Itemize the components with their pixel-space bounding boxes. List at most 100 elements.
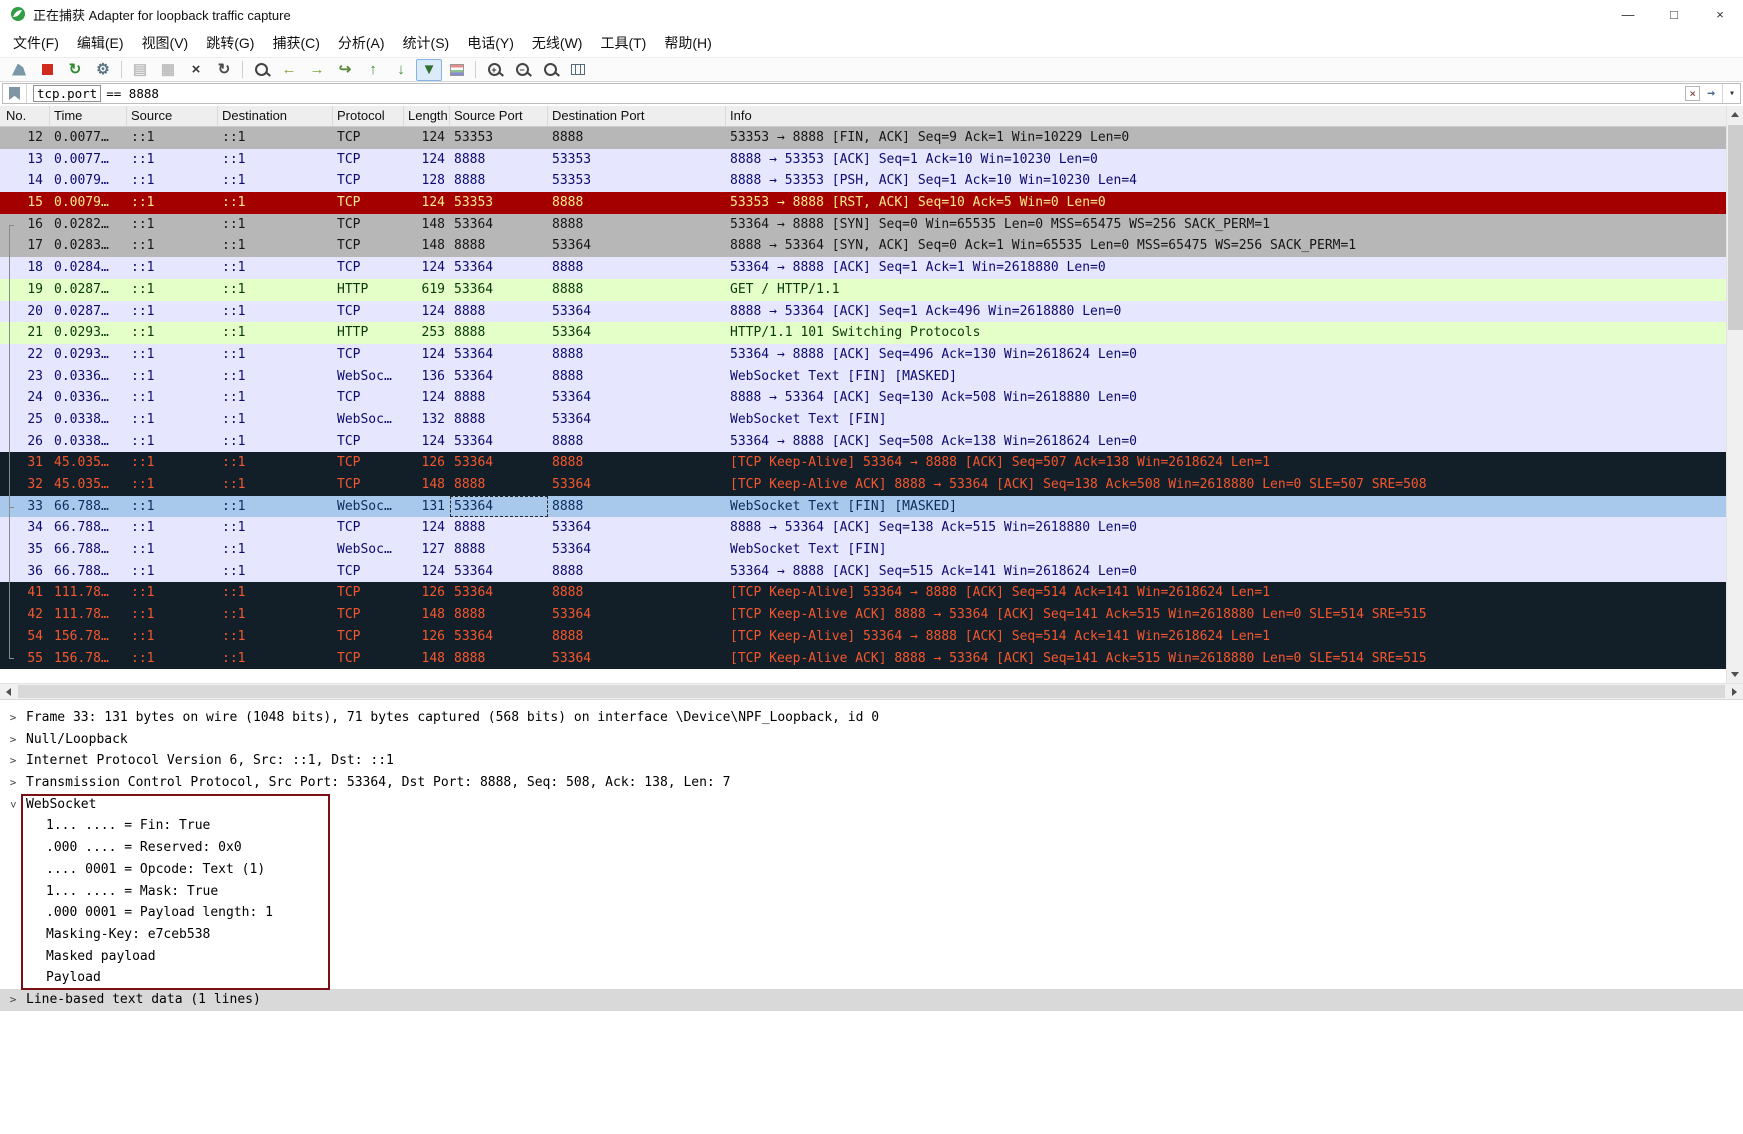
minimize-button[interactable]: — — [1605, 0, 1651, 28]
detail-line-7[interactable]: .... 0001 = Opcode: Text (1) — [0, 859, 1743, 881]
menu-item-7[interactable]: 电话(Y) — [458, 29, 523, 57]
packet-row-25[interactable]: 250.0338…::1::1WebSoc…132888853364WebSoc… — [0, 409, 1743, 431]
menu-item-6[interactable]: 统计(S) — [394, 29, 459, 57]
expand-icon[interactable]: > — [7, 772, 19, 794]
zoom-in-button[interactable]: + — [481, 59, 507, 81]
horizontal-scrollbar-thumb[interactable] — [18, 685, 1725, 698]
scroll-up-button[interactable] — [1727, 106, 1743, 123]
menu-item-8[interactable]: 无线(W) — [523, 29, 592, 57]
packet-row-24[interactable]: 240.0336…::1::1TCP1248888533648888 → 533… — [0, 387, 1743, 409]
expand-icon[interactable]: > — [7, 989, 19, 1011]
packet-row-36[interactable]: 3666.788…::1::1TCP12453364888853364 → 88… — [0, 561, 1743, 583]
scroll-left-icon[interactable] — [6, 688, 11, 696]
column-header-source-port[interactable]: Source Port — [450, 106, 548, 126]
column-header-length[interactable]: Length — [404, 106, 450, 126]
detail-line-5[interactable]: 1... .... = Fin: True — [0, 815, 1743, 837]
scroll-right-icon[interactable] — [1732, 688, 1737, 696]
go-to-packet-button[interactable]: ↪ — [332, 59, 358, 81]
expand-icon[interactable]: > — [7, 750, 19, 772]
menu-item-4[interactable]: 捕获(C) — [263, 29, 328, 57]
detail-line-9[interactable]: .000 0001 = Payload length: 1 — [0, 902, 1743, 924]
display-filter-input[interactable]: tcp.port == 8888 — [33, 85, 1685, 102]
restart-capture-button[interactable]: ↻ — [62, 59, 88, 81]
menu-item-10[interactable]: 帮助(H) — [655, 29, 720, 57]
reload-file-button[interactable]: ↻ — [211, 59, 237, 81]
menu-item-1[interactable]: 编辑(E) — [68, 29, 133, 57]
packet-row-55[interactable]: 55156.78…::1::1TCP148888853364[TCP Keep-… — [0, 648, 1743, 670]
packet-row-14[interactable]: 140.0079…::1::1TCP1288888533538888 → 533… — [0, 170, 1743, 192]
packet-row-54[interactable]: 54156.78…::1::1TCP126533648888[TCP Keep-… — [0, 626, 1743, 648]
menu-item-9[interactable]: 工具(T) — [591, 29, 655, 57]
packet-row-21[interactable]: 210.0293…::1::1HTTP253888853364HTTP/1.1 … — [0, 322, 1743, 344]
packet-row-22[interactable]: 220.0293…::1::1TCP12453364888853364 → 88… — [0, 344, 1743, 366]
close-button[interactable]: × — [1697, 0, 1743, 28]
menu-item-3[interactable]: 跳转(G) — [197, 29, 263, 57]
column-header-protocol[interactable]: Protocol — [333, 106, 404, 126]
scroll-down-button[interactable] — [1727, 666, 1743, 683]
cell-info: [TCP Keep-Alive] 53364 → 8888 [ACK] Seq=… — [726, 452, 1743, 474]
vertical-scrollbar-thumb[interactable] — [1728, 125, 1743, 330]
detail-line-8[interactable]: 1... .... = Mask: True — [0, 881, 1743, 903]
packet-row-41[interactable]: 41111.78…::1::1TCP126533648888[TCP Keep-… — [0, 582, 1743, 604]
packet-row-33[interactable]: 3366.788…::1::1WebSoc…131533648888WebSoc… — [0, 496, 1743, 518]
detail-line-1[interactable]: >Null/Loopback — [0, 729, 1743, 751]
detail-line-10[interactable]: Masking-Key: e7ceb538 — [0, 924, 1743, 946]
column-header-destination-port[interactable]: Destination Port — [548, 106, 726, 126]
cell-src: ::1 — [127, 214, 218, 236]
go-back-button[interactable]: ← — [276, 59, 302, 81]
capture-options-button[interactable]: ⚙ — [90, 59, 116, 81]
packet-row-23[interactable]: 230.0336…::1::1WebSoc…136533648888WebSoc… — [0, 366, 1743, 388]
detail-line-4[interactable]: >WebSocket — [0, 794, 1743, 816]
packet-row-42[interactable]: 42111.78…::1::1TCP148888853364[TCP Keep-… — [0, 604, 1743, 626]
packet-row-17[interactable]: 170.0283…::1::1TCP1488888533648888 → 533… — [0, 235, 1743, 257]
detail-line-11[interactable]: Masked payload — [0, 946, 1743, 968]
go-last-packet-button[interactable]: ↓ — [388, 59, 414, 81]
column-header-info[interactable]: Info — [726, 106, 1743, 126]
packet-row-34[interactable]: 3466.788…::1::1TCP1248888533648888 → 533… — [0, 517, 1743, 539]
resize-columns-button[interactable] — [565, 59, 591, 81]
go-forward-button[interactable]: → — [304, 59, 330, 81]
detail-line-12[interactable]: Payload — [0, 967, 1743, 989]
packet-row-32[interactable]: 3245.035…::1::1TCP148888853364[TCP Keep-… — [0, 474, 1743, 496]
column-header-time[interactable]: Time — [50, 106, 127, 126]
clear-filter-icon[interactable]: × — [1685, 86, 1700, 101]
filter-dropdown-icon[interactable]: ▾ — [1722, 84, 1735, 103]
detail-line-13[interactable]: >Line-based text data (1 lines) — [0, 989, 1743, 1011]
vertical-scrollbar[interactable] — [1726, 106, 1743, 683]
column-header-no[interactable]: No. — [0, 106, 50, 126]
menu-item-5[interactable]: 分析(A) — [329, 29, 394, 57]
go-first-packet-button[interactable]: ↑ — [360, 59, 386, 81]
column-header-destination[interactable]: Destination — [218, 106, 333, 126]
zoom-reset-button[interactable] — [537, 59, 563, 81]
auto-scroll-button[interactable]: ▼ — [416, 59, 442, 81]
packet-row-26[interactable]: 260.0338…::1::1TCP12453364888853364 → 88… — [0, 431, 1743, 453]
filter-bookmark-icon[interactable] — [9, 87, 20, 100]
apply-filter-icon[interactable]: → — [1707, 86, 1715, 101]
packet-row-15[interactable]: 150.0079…::1::1TCP12453353888853353 → 88… — [0, 192, 1743, 214]
packet-row-31[interactable]: 3145.035…::1::1TCP126533648888[TCP Keep-… — [0, 452, 1743, 474]
packet-row-20[interactable]: 200.0287…::1::1TCP1248888533648888 → 533… — [0, 301, 1743, 323]
packet-row-18[interactable]: 180.0284…::1::1TCP12453364888853364 → 88… — [0, 257, 1743, 279]
maximize-button[interactable]: □ — [1651, 0, 1697, 28]
detail-line-0[interactable]: >Frame 33: 131 bytes on wire (1048 bits)… — [0, 707, 1743, 729]
detail-line-3[interactable]: >Transmission Control Protocol, Src Port… — [0, 772, 1743, 794]
packet-row-35[interactable]: 3566.788…::1::1WebSoc…127888853364WebSoc… — [0, 539, 1743, 561]
detail-line-6[interactable]: .000 .... = Reserved: 0x0 — [0, 837, 1743, 859]
detail-line-2[interactable]: >Internet Protocol Version 6, Src: ::1, … — [0, 750, 1743, 772]
colorize-packets-button[interactable] — [444, 59, 470, 81]
find-packet-button[interactable] — [248, 59, 274, 81]
expand-icon[interactable]: > — [7, 707, 19, 729]
close-file-button[interactable]: × — [183, 59, 209, 81]
zoom-out-button[interactable]: − — [509, 59, 535, 81]
horizontal-scrollbar[interactable] — [0, 683, 1743, 700]
packet-row-12[interactable]: 120.0077…::1::1TCP12453353888853353 → 88… — [0, 127, 1743, 149]
menu-item-0[interactable]: 文件(F) — [4, 29, 68, 57]
menu-item-2[interactable]: 视图(V) — [133, 29, 198, 57]
expand-icon[interactable]: > — [7, 729, 19, 751]
stop-capture-button[interactable] — [34, 59, 60, 81]
packet-row-16[interactable]: 160.0282…::1::1TCP14853364888853364 → 88… — [0, 214, 1743, 236]
column-header-source[interactable]: Source — [127, 106, 218, 126]
collapse-icon[interactable]: > — [2, 799, 24, 811]
packet-row-19[interactable]: 190.0287…::1::1HTTP619533648888GET / HTT… — [0, 279, 1743, 301]
packet-row-13[interactable]: 130.0077…::1::1TCP1248888533538888 → 533… — [0, 149, 1743, 171]
